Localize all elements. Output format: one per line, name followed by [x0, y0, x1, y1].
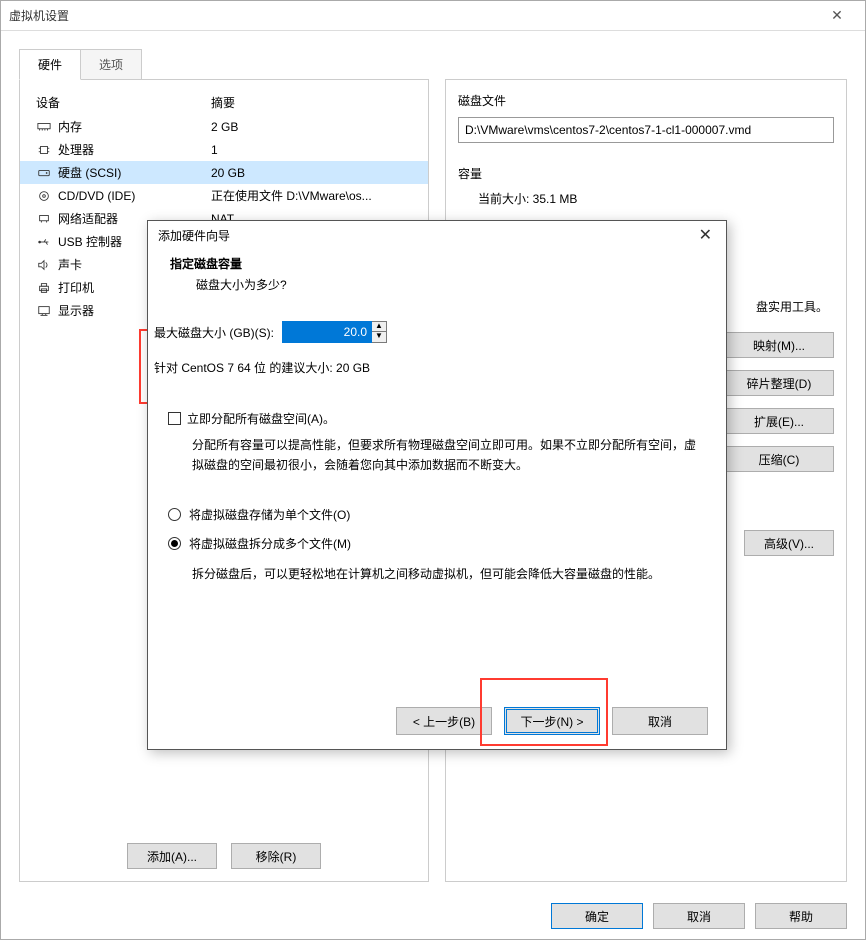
advanced-row: 高级(V)...	[744, 530, 834, 556]
help-button[interactable]: 帮助	[755, 903, 847, 929]
device-name: 内存	[58, 118, 82, 135]
header-summary: 摘要	[211, 94, 412, 111]
recommended-size: 针对 CentOS 7 64 位 的建议大小: 20 GB	[154, 359, 706, 376]
disk-util-buttons: 映射(M)... 碎片整理(D) 扩展(E)... 压缩(C)	[724, 332, 834, 472]
close-icon[interactable]: ✕	[817, 7, 857, 24]
allocate-now-row[interactable]: 立即分配所有磁盘空间(A)。	[168, 410, 706, 427]
expand-button[interactable]: 扩展(E)...	[724, 408, 834, 434]
partial-text: 盘实用工具。	[756, 298, 828, 315]
size-input-wrap: ▲ ▼	[282, 321, 387, 343]
back-button[interactable]: < 上一步(B)	[396, 707, 492, 735]
memory-icon	[36, 120, 52, 134]
tab-options[interactable]: 选项	[80, 49, 142, 80]
left-buttons: 添加(A)... 移除(R)	[20, 843, 428, 869]
radio-single-file[interactable]: 将虚拟磁盘存储为单个文件(O)	[168, 506, 706, 523]
radio-icon[interactable]	[168, 508, 181, 521]
capacity-label: 容量	[458, 165, 834, 182]
device-name: 处理器	[58, 141, 94, 158]
table-row[interactable]: CD/DVD (IDE) 正在使用文件 D:\VMware\os...	[20, 184, 428, 207]
network-icon	[36, 212, 52, 226]
cancel-button[interactable]: 取消	[653, 903, 745, 929]
size-label: 最大磁盘大小 (GB)(S):	[154, 324, 274, 341]
tab-hardware[interactable]: 硬件	[19, 49, 81, 80]
checkbox-icon[interactable]	[168, 412, 181, 425]
spinner: ▲ ▼	[372, 321, 387, 343]
wizard-buttons: < 上一步(B) 下一步(N) > 取消	[396, 707, 708, 735]
store-options: 将虚拟磁盘存储为单个文件(O) 将虚拟磁盘拆分成多个文件(M) 拆分磁盘后，可以…	[168, 506, 706, 584]
allocate-now-label: 立即分配所有磁盘空间(A)。	[187, 410, 335, 427]
main-titlebar: 虚拟机设置 ✕	[1, 1, 865, 31]
wizard-title: 添加硬件向导	[158, 227, 695, 244]
wizard-body: 最大磁盘大小 (GB)(S): ▲ ▼ 针对 CentOS 7 64 位 的建议…	[148, 305, 726, 584]
map-button[interactable]: 映射(M)...	[724, 332, 834, 358]
next-button[interactable]: 下一步(N) >	[504, 707, 600, 735]
device-name: 硬盘 (SCSI)	[58, 164, 121, 181]
defrag-button[interactable]: 碎片整理(D)	[724, 370, 834, 396]
bottom-buttons: 确定 取消 帮助	[551, 903, 847, 929]
table-row[interactable]: 处理器 1	[20, 138, 428, 161]
device-summary: 2 GB	[211, 120, 412, 134]
tabs: 硬件 选项	[1, 31, 865, 80]
remove-button[interactable]: 移除(R)	[231, 843, 321, 869]
cpu-icon	[36, 143, 52, 157]
radio-split-label: 将虚拟磁盘拆分成多个文件(M)	[189, 535, 351, 552]
device-name: 网络适配器	[58, 210, 118, 227]
table-header: 设备 摘要	[20, 90, 428, 115]
device-name: 声卡	[58, 256, 82, 273]
allocate-block: 立即分配所有磁盘空间(A)。 分配所有容量可以提高性能，但要求所有物理磁盘空间立…	[168, 410, 706, 476]
display-icon	[36, 304, 52, 318]
device-name: 打印机	[58, 279, 94, 296]
device-summary: 正在使用文件 D:\VMware\os...	[211, 187, 412, 204]
add-hardware-wizard: 添加硬件向导 ✕ 指定磁盘容量 磁盘大小为多少? 最大磁盘大小 (GB)(S):…	[147, 220, 727, 750]
wizard-titlebar: 添加硬件向导 ✕	[148, 221, 726, 249]
close-icon[interactable]: ✕	[695, 225, 716, 245]
allocate-desc: 分配所有容量可以提高性能，但要求所有物理磁盘空间立即可用。如果不立即分配所有空间…	[192, 435, 706, 476]
compact-button[interactable]: 压缩(C)	[724, 446, 834, 472]
radio-icon[interactable]	[168, 537, 181, 550]
printer-icon	[36, 281, 52, 295]
table-row[interactable]: 硬盘 (SCSI) 20 GB	[20, 161, 428, 184]
disk-icon	[36, 166, 52, 180]
split-desc: 拆分磁盘后，可以更轻松地在计算机之间移动虚拟机，但可能会降低大容量磁盘的性能。	[192, 564, 706, 584]
radio-single-label: 将虚拟磁盘存储为单个文件(O)	[189, 506, 350, 523]
disk-size-input[interactable]	[282, 321, 372, 343]
diskfile-label: 磁盘文件	[458, 92, 834, 109]
size-row: 最大磁盘大小 (GB)(S): ▲ ▼	[154, 321, 706, 343]
wizard-heading: 指定磁盘容量	[170, 255, 704, 272]
diskfile-input[interactable]: D:\VMware\vms\centos7-2\centos7-1-cl1-00…	[458, 117, 834, 143]
wizard-subheading: 磁盘大小为多少?	[196, 276, 704, 293]
device-summary: 1	[211, 143, 412, 157]
device-name: USB 控制器	[58, 233, 122, 250]
wizard-cancel-button[interactable]: 取消	[612, 707, 708, 735]
wizard-header: 指定磁盘容量 磁盘大小为多少?	[148, 249, 726, 305]
radio-split-files[interactable]: 将虚拟磁盘拆分成多个文件(M)	[168, 535, 706, 552]
advanced-button[interactable]: 高级(V)...	[744, 530, 834, 556]
device-summary: 20 GB	[211, 166, 412, 180]
device-name: CD/DVD (IDE)	[58, 189, 135, 203]
device-name: 显示器	[58, 302, 94, 319]
current-size: 当前大小: 35.1 MB	[478, 190, 834, 207]
sound-icon	[36, 258, 52, 272]
header-device: 设备	[36, 94, 211, 111]
ok-button[interactable]: 确定	[551, 903, 643, 929]
table-row[interactable]: 内存 2 GB	[20, 115, 428, 138]
window-title: 虚拟机设置	[9, 7, 817, 24]
spin-down-icon[interactable]: ▼	[372, 332, 386, 342]
add-button[interactable]: 添加(A)...	[127, 843, 217, 869]
usb-icon	[36, 235, 52, 249]
cd-icon	[36, 189, 52, 203]
